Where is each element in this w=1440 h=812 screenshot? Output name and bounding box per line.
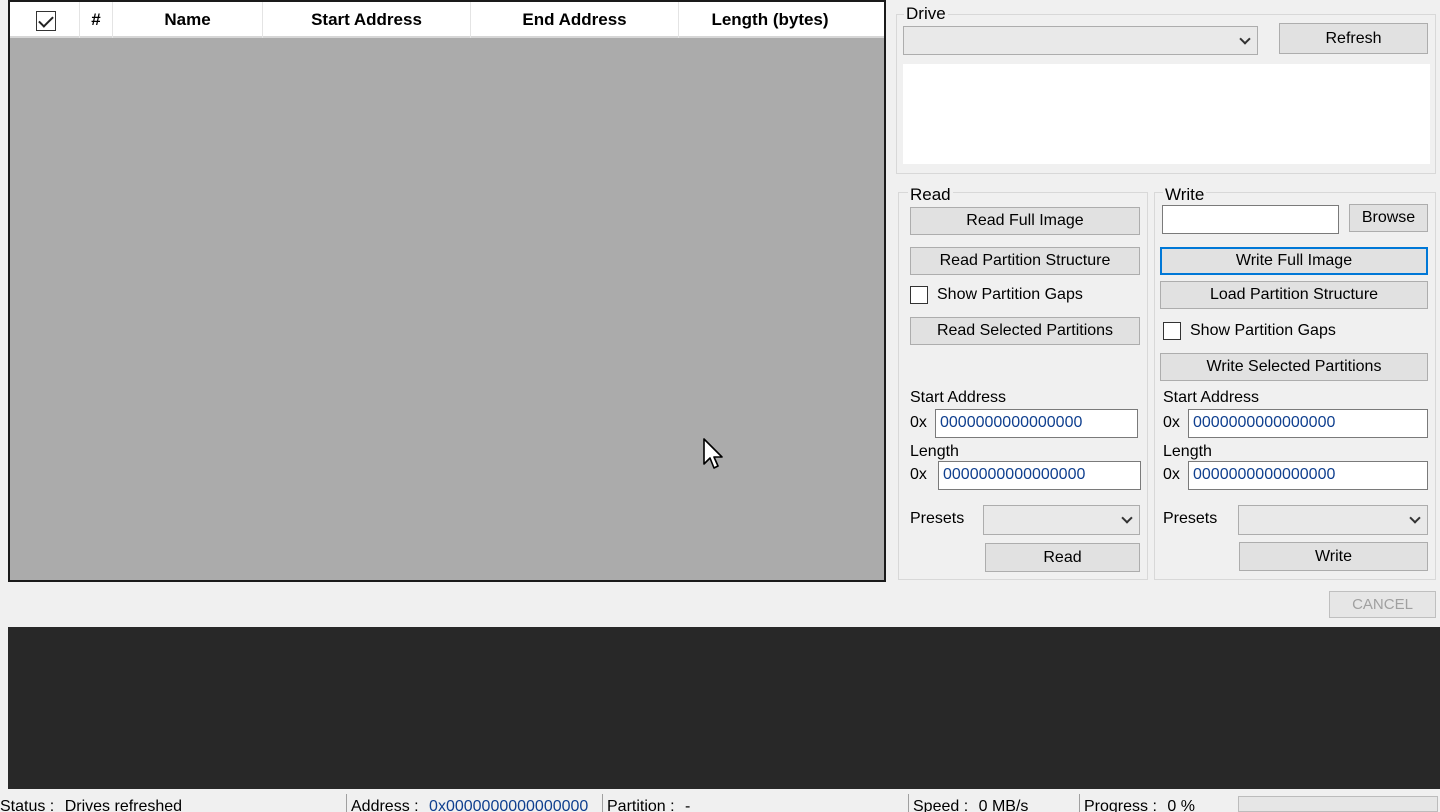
- partition-value: -: [685, 798, 691, 812]
- write-show-partition-gaps-checkbox[interactable]: [1163, 322, 1181, 340]
- address-segment: Address : 0x0000000000000000: [351, 792, 601, 812]
- log-console[interactable]: [8, 627, 1440, 789]
- column-header-index[interactable]: #: [80, 2, 113, 38]
- status-label: Status :: [0, 798, 55, 812]
- mouse-pointer-icon: [703, 438, 723, 469]
- browse-button[interactable]: Browse: [1349, 204, 1428, 232]
- read-start-address-input[interactable]: 0000000000000000: [935, 409, 1138, 438]
- write-selected-partitions-button[interactable]: Write Selected Partitions: [1160, 353, 1428, 381]
- write-length-input[interactable]: 0000000000000000: [1188, 461, 1428, 490]
- write-button[interactable]: Write: [1239, 542, 1428, 571]
- write-presets-select[interactable]: [1238, 505, 1428, 535]
- read-start-hex-prefix: 0x: [910, 414, 927, 431]
- address-value: 0x0000000000000000: [429, 798, 589, 812]
- write-presets-label: Presets: [1163, 510, 1218, 527]
- read-button[interactable]: Read: [985, 543, 1140, 572]
- table-header: # Name Start Address End Address Length …: [10, 2, 884, 38]
- read-presets-label: Presets: [910, 510, 965, 527]
- read-length-input[interactable]: 0000000000000000: [938, 461, 1141, 490]
- chevron-down-icon: [1121, 512, 1133, 524]
- speed-segment: Speed : 0 MB/s: [913, 792, 1078, 812]
- progress-value: 0 %: [1167, 798, 1195, 812]
- status-value: Drives refreshed: [64, 798, 183, 812]
- column-header-name[interactable]: Name: [113, 2, 263, 38]
- select-all-checkbox[interactable]: [36, 11, 56, 31]
- write-group-label: Write: [1163, 185, 1207, 205]
- read-partition-structure-button[interactable]: Read Partition Structure: [910, 247, 1140, 275]
- write-file-path-input[interactable]: [1162, 205, 1339, 234]
- load-partition-structure-button[interactable]: Load Partition Structure: [1160, 281, 1428, 309]
- read-selected-partitions-button[interactable]: Read Selected Partitions: [910, 317, 1140, 345]
- status-separator: [346, 794, 347, 812]
- cancel-button[interactable]: CANCEL: [1329, 591, 1436, 618]
- speed-label: Speed :: [913, 798, 969, 812]
- column-header-start-address[interactable]: Start Address: [263, 2, 471, 38]
- read-full-image-button[interactable]: Read Full Image: [910, 207, 1140, 235]
- write-start-hex-prefix: 0x: [1163, 414, 1180, 431]
- partition-segment: Partition : -: [607, 792, 907, 812]
- write-full-image-button[interactable]: Write Full Image: [1160, 247, 1428, 275]
- drive-group-label: Drive: [904, 4, 948, 24]
- status-separator: [602, 794, 603, 812]
- status-separator: [1079, 794, 1080, 812]
- progress-bar: [1238, 796, 1438, 812]
- write-length-hex-prefix: 0x: [1163, 466, 1180, 483]
- progress-label: Progress :: [1084, 798, 1157, 812]
- drive-info-area: [903, 64, 1430, 164]
- read-group-label: Read: [908, 185, 953, 205]
- refresh-button[interactable]: Refresh: [1279, 23, 1428, 54]
- write-show-partition-gaps-label[interactable]: Show Partition Gaps: [1190, 322, 1336, 340]
- partition-table[interactable]: # Name Start Address End Address Length …: [8, 0, 886, 582]
- read-show-partition-gaps-checkbox[interactable]: [910, 286, 928, 304]
- chevron-down-icon: [1409, 512, 1421, 524]
- chevron-down-icon: [1239, 32, 1251, 45]
- status-bar: Status : Drives refreshed Address : 0x00…: [0, 792, 1440, 812]
- read-presets-select[interactable]: [983, 505, 1140, 535]
- progress-segment: Progress : 0 %: [1084, 792, 1234, 812]
- read-length-label: Length: [910, 443, 959, 460]
- read-start-address-label: Start Address: [910, 389, 1007, 406]
- status-separator: [908, 794, 909, 812]
- drive-select[interactable]: [903, 26, 1258, 55]
- read-show-partition-gaps-label[interactable]: Show Partition Gaps: [937, 286, 1083, 304]
- read-length-hex-prefix: 0x: [910, 466, 927, 483]
- select-all-column[interactable]: [10, 2, 80, 38]
- write-start-address-label: Start Address: [1163, 389, 1260, 406]
- write-start-address-input[interactable]: 0000000000000000: [1188, 409, 1428, 438]
- partition-label: Partition :: [607, 798, 675, 812]
- write-length-label: Length: [1163, 443, 1212, 460]
- column-header-length[interactable]: Length (bytes): [679, 2, 861, 38]
- column-header-end-address[interactable]: End Address: [471, 2, 679, 38]
- status-segment: Status : Drives refreshed: [0, 792, 345, 812]
- speed-value: 0 MB/s: [978, 798, 1029, 812]
- address-label: Address :: [351, 798, 419, 812]
